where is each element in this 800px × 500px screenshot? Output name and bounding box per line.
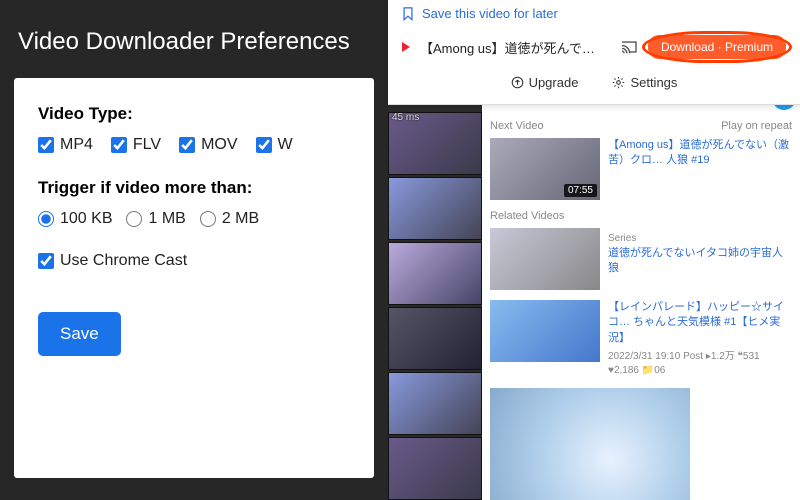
chromecast-checkbox[interactable]: [38, 253, 54, 269]
video-row: 【Among us】道徳が死んで… Download · Premium: [388, 27, 800, 67]
popup-video-title: 【Among us】道徳が死んで…: [420, 38, 610, 57]
size-1mb-radio[interactable]: [126, 211, 142, 227]
type-mov[interactable]: MOV: [179, 136, 237, 154]
size-100kb-radio[interactable]: [38, 211, 54, 227]
video-title: 【レインパレード】ハッピー☆サイコ… ちゃんと天気模様 #1【ヒメ実況】: [608, 300, 792, 346]
type-w-checkbox[interactable]: [256, 137, 272, 153]
player-tile[interactable]: [388, 307, 482, 370]
type-w[interactable]: W: [256, 136, 293, 154]
size-2mb[interactable]: 2 MB: [200, 210, 259, 228]
gear-icon: [612, 76, 625, 89]
save-later-label: Save this video for later: [422, 6, 558, 21]
video-item[interactable]: 【レインパレード】ハッピー☆サイコ… ちゃんと天気模様 #1【ヒメ実況】 202…: [490, 300, 792, 378]
video-osd: 45 ms: [392, 112, 419, 123]
player-tile[interactable]: [388, 177, 482, 240]
size-2mb-radio[interactable]: [200, 211, 216, 227]
large-video-thumbnail[interactable]: [490, 388, 690, 500]
preferences-title: Video Downloader Preferences: [0, 0, 388, 78]
type-mp4-checkbox[interactable]: [38, 137, 54, 153]
video-type-label: Video Type:: [38, 104, 350, 124]
player-tile[interactable]: [388, 242, 482, 305]
player-tile[interactable]: [388, 437, 482, 500]
chromecast-option[interactable]: Use Chrome Cast: [38, 252, 350, 270]
trigger-row: 100 KB 1 MB 2 MB: [38, 210, 350, 228]
upgrade-icon: [511, 76, 524, 89]
trigger-label: Trigger if video more than:: [38, 178, 350, 198]
type-mov-checkbox[interactable]: [179, 137, 195, 153]
download-premium-button[interactable]: Download · Premium: [648, 35, 786, 59]
downloader-popup: Save this video for later 【Among us】道徳が死…: [388, 0, 800, 105]
save-button[interactable]: Save: [38, 312, 121, 356]
bookmark-icon: [402, 7, 414, 21]
cast-icon[interactable]: [620, 40, 638, 54]
video-item[interactable]: 07:55 【Among us】道徳が死んでない（激苦）クロ… 人狼 #19: [490, 138, 792, 200]
video-title: 道徳が死んでないイタコ姉の宇宙人狼: [608, 246, 792, 277]
preferences-card: Video Type: MP4 FLV MOV W Trigger if vid…: [14, 78, 374, 478]
video-title: 【Among us】道徳が死んでない（激苦）クロ… 人狼 #19: [608, 138, 792, 169]
player-tile[interactable]: [388, 372, 482, 435]
video-thumbnail: [490, 228, 600, 290]
video-thumbnail: [490, 300, 600, 362]
chromecast-row: Use Chrome Cast: [38, 252, 350, 270]
video-series-label: Series: [608, 232, 792, 246]
video-thumbnail: 07:55: [490, 138, 600, 200]
play-icon: [402, 42, 410, 52]
popup-actions: Upgrade Settings: [388, 67, 800, 94]
video-item[interactable]: Series 道徳が死んでないイタコ姉の宇宙人狼: [490, 228, 792, 290]
video-meta: 2022/3/31 19:10 Post ▸1.2万 ❝531 ♥2,186 📁…: [608, 350, 792, 378]
next-video-label: Next Video: [490, 120, 544, 132]
related-videos-label: Related Videos: [490, 210, 792, 222]
type-mp4[interactable]: MP4: [38, 136, 93, 154]
video-type-row: MP4 FLV MOV W: [38, 136, 350, 154]
type-flv-checkbox[interactable]: [111, 137, 127, 153]
preferences-panel: Video Downloader Preferences Video Type:…: [0, 0, 388, 500]
type-flv[interactable]: FLV: [111, 136, 161, 154]
settings-link[interactable]: Settings: [612, 75, 677, 90]
size-100kb[interactable]: 100 KB: [38, 210, 112, 228]
save-later-row[interactable]: Save this video for later: [388, 0, 800, 27]
duration-badge: 07:55: [564, 184, 597, 197]
browser-preview: 45 ms Next Video Play on repeat 07:55 【A…: [388, 0, 800, 500]
play-on-repeat[interactable]: Play on repeat: [721, 120, 792, 132]
next-video-header: Next Video Play on repeat: [490, 120, 792, 132]
size-1mb[interactable]: 1 MB: [126, 210, 185, 228]
upgrade-link[interactable]: Upgrade: [511, 75, 579, 90]
